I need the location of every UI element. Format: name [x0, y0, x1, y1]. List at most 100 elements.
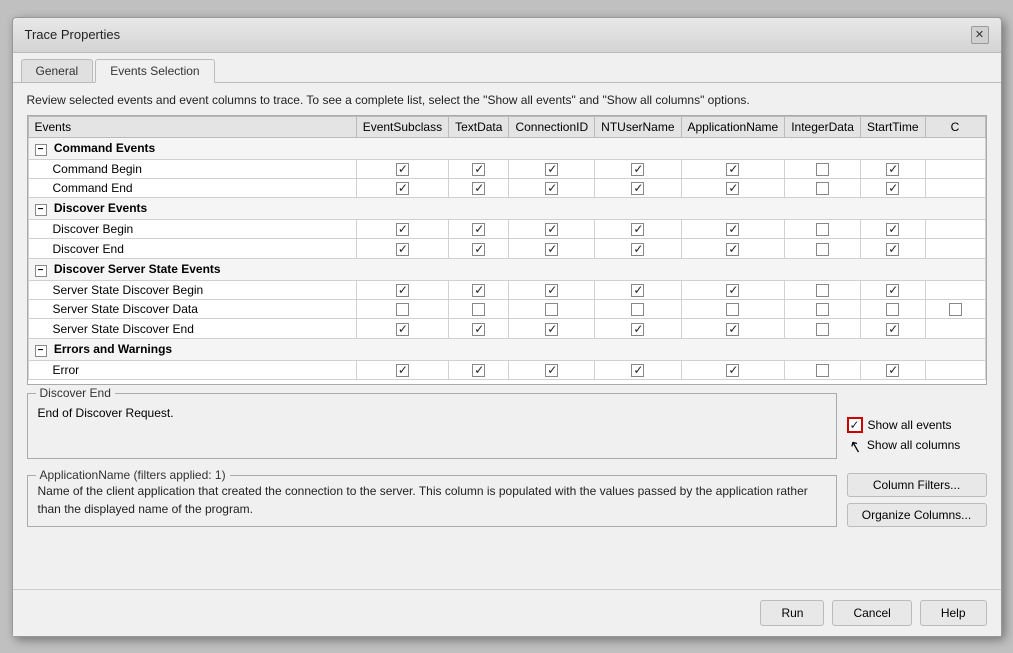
checkbox[interactable]	[726, 163, 739, 176]
checkbox[interactable]	[396, 364, 409, 377]
checkbox[interactable]	[886, 323, 899, 336]
cb-cell[interactable]	[925, 220, 985, 239]
cb-cell[interactable]	[509, 280, 595, 299]
cb-cell[interactable]	[356, 239, 448, 258]
cb-cell[interactable]	[449, 159, 509, 178]
checkbox[interactable]	[816, 243, 829, 256]
column-filters-button[interactable]: Column Filters...	[847, 473, 987, 497]
checkbox[interactable]	[545, 223, 558, 236]
collapse-server-state-events[interactable]: −	[35, 265, 47, 277]
checkbox[interactable]	[631, 284, 644, 297]
checkbox[interactable]	[472, 323, 485, 336]
cb-cell[interactable]	[356, 178, 448, 197]
checkbox[interactable]	[886, 243, 899, 256]
cb-cell[interactable]	[356, 159, 448, 178]
cb-cell[interactable]	[925, 319, 985, 338]
cb-cell[interactable]	[785, 159, 861, 178]
cb-cell[interactable]	[681, 300, 785, 319]
cb-cell[interactable]	[595, 239, 681, 258]
cb-cell[interactable]	[356, 360, 448, 379]
show-all-events-checkbox[interactable]	[847, 417, 863, 433]
cb-cell[interactable]	[449, 178, 509, 197]
cb-cell[interactable]	[595, 300, 681, 319]
cb-cell[interactable]	[509, 239, 595, 258]
run-button[interactable]: Run	[760, 600, 824, 626]
checkbox[interactable]	[396, 243, 409, 256]
cb-cell[interactable]	[681, 220, 785, 239]
checkbox[interactable]	[816, 364, 829, 377]
checkbox[interactable]	[545, 303, 558, 316]
checkbox[interactable]	[545, 323, 558, 336]
cb-cell[interactable]	[681, 319, 785, 338]
checkbox[interactable]	[816, 163, 829, 176]
checkbox[interactable]	[886, 163, 899, 176]
checkbox[interactable]	[886, 223, 899, 236]
cb-cell[interactable]	[449, 360, 509, 379]
checkbox[interactable]	[396, 284, 409, 297]
checkbox[interactable]	[472, 284, 485, 297]
checkbox[interactable]	[545, 243, 558, 256]
checkbox[interactable]	[472, 163, 485, 176]
checkbox[interactable]	[472, 303, 485, 316]
cb-cell[interactable]	[356, 220, 448, 239]
cb-cell[interactable]	[595, 280, 681, 299]
checkbox[interactable]	[631, 303, 644, 316]
collapse-command-events[interactable]: −	[35, 144, 47, 156]
checkbox[interactable]	[545, 182, 558, 195]
checkbox[interactable]	[886, 182, 899, 195]
cb-cell[interactable]	[509, 220, 595, 239]
events-table-container[interactable]: Events EventSubclass TextData Connection…	[27, 115, 987, 385]
cb-cell[interactable]	[509, 178, 595, 197]
checkbox[interactable]	[816, 223, 829, 236]
cb-cell[interactable]	[449, 280, 509, 299]
checkbox[interactable]	[726, 323, 739, 336]
checkbox[interactable]	[886, 284, 899, 297]
cb-cell[interactable]	[785, 319, 861, 338]
checkbox[interactable]	[631, 323, 644, 336]
checkbox[interactable]	[472, 243, 485, 256]
cb-cell[interactable]	[860, 178, 925, 197]
cb-cell[interactable]	[509, 159, 595, 178]
checkbox[interactable]	[726, 182, 739, 195]
checkbox[interactable]	[472, 182, 485, 195]
checkbox[interactable]	[396, 182, 409, 195]
checkbox[interactable]	[726, 364, 739, 377]
cb-cell[interactable]	[860, 220, 925, 239]
cb-cell[interactable]	[785, 360, 861, 379]
cb-cell[interactable]	[356, 280, 448, 299]
checkbox[interactable]	[631, 182, 644, 195]
close-button[interactable]: ✕	[971, 26, 989, 44]
cb-cell[interactable]	[860, 280, 925, 299]
checkbox[interactable]	[816, 323, 829, 336]
cb-cell[interactable]	[860, 300, 925, 319]
cancel-button[interactable]: Cancel	[832, 600, 911, 626]
cb-cell[interactable]	[595, 220, 681, 239]
cb-cell[interactable]	[785, 300, 861, 319]
cb-cell[interactable]	[509, 360, 595, 379]
checkbox[interactable]	[545, 364, 558, 377]
checkbox[interactable]	[396, 223, 409, 236]
cb-cell[interactable]	[925, 300, 985, 319]
cb-cell[interactable]	[860, 360, 925, 379]
checkbox[interactable]	[816, 284, 829, 297]
checkbox[interactable]	[726, 223, 739, 236]
checkbox[interactable]	[396, 323, 409, 336]
cb-cell[interactable]	[681, 360, 785, 379]
cb-cell[interactable]	[509, 300, 595, 319]
cb-cell[interactable]	[925, 178, 985, 197]
cb-cell[interactable]	[925, 360, 985, 379]
cb-cell[interactable]	[449, 220, 509, 239]
cb-cell[interactable]	[925, 280, 985, 299]
cb-cell[interactable]	[595, 159, 681, 178]
cb-cell[interactable]	[595, 360, 681, 379]
checkbox[interactable]	[545, 163, 558, 176]
cb-cell[interactable]	[681, 178, 785, 197]
checkbox[interactable]	[631, 243, 644, 256]
cb-cell[interactable]	[681, 159, 785, 178]
checkbox[interactable]	[886, 364, 899, 377]
checkbox[interactable]	[726, 243, 739, 256]
cb-cell[interactable]	[681, 239, 785, 258]
help-button[interactable]: Help	[920, 600, 987, 626]
cb-cell[interactable]	[860, 319, 925, 338]
organize-columns-button[interactable]: Organize Columns...	[847, 503, 987, 527]
